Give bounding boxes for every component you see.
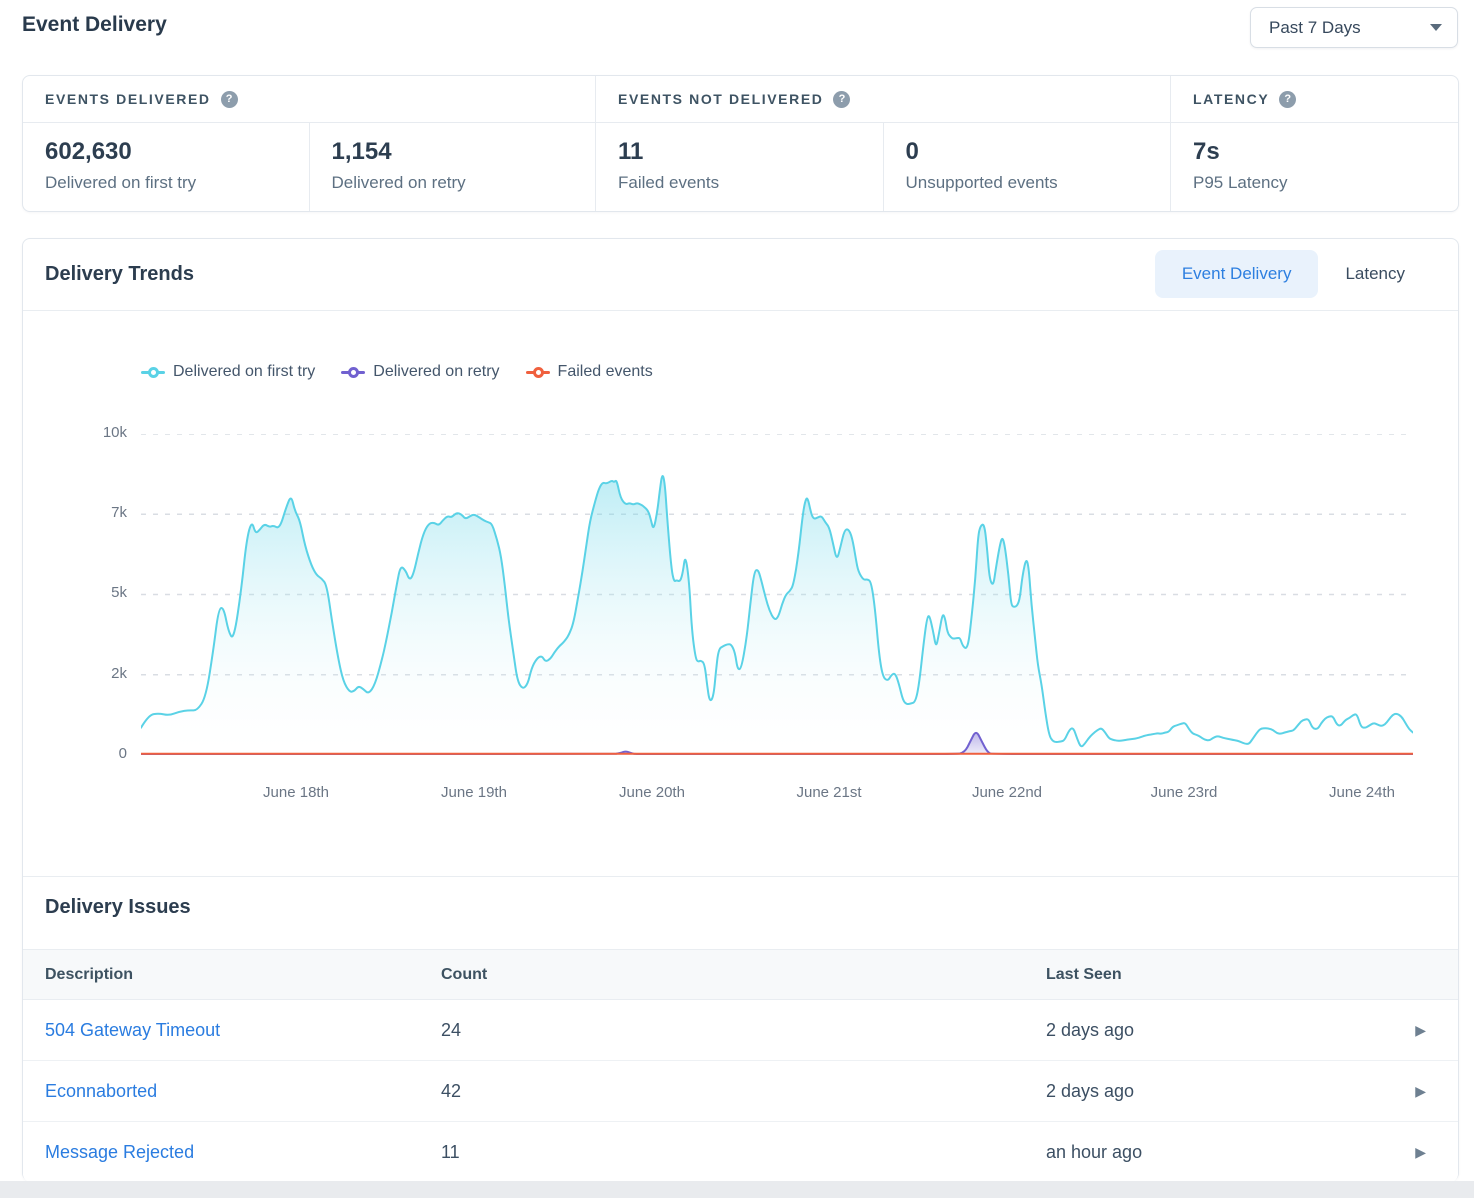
stat-group-header: EVENTS DELIVERED ? [23,76,595,123]
issue-count: 24 [441,1020,1046,1041]
issue-count: 11 [441,1142,1046,1163]
legend-item-first-try[interactable]: Delivered on first try [141,363,315,381]
chevron-right-icon[interactable]: ▶ [1415,1084,1426,1098]
metric-value: 1,154 [332,138,596,166]
delivery-trends-chart[interactable] [141,434,1413,755]
chevron-down-icon [1430,24,1442,31]
issue-link[interactable]: Message Rejected [45,1142,194,1162]
metric-label: Failed events [618,173,883,193]
issue-count: 42 [441,1081,1046,1102]
x-axis-tick: June 23rd [1151,784,1218,801]
y-axis-tick: 10k [23,424,127,441]
help-icon[interactable]: ? [1279,91,1296,108]
delivery-trends-card: Delivery Trends Event Delivery Latency D… [22,238,1459,1181]
event-delivery-page: Event Delivery Past 7 Days EVENTS DELIVE… [0,0,1474,1181]
stat-group-label: EVENTS DELIVERED [45,91,211,107]
chevron-right-icon[interactable]: ▶ [1415,1023,1426,1037]
x-axis-tick: June 22nd [972,784,1042,801]
metric-delivered-first-try: 602,630 Delivered on first try [23,123,310,211]
issue-last-seen: an hour ago [1046,1142,1415,1163]
stat-group-label: LATENCY [1193,91,1269,107]
x-axis: June 18th June 19th June 20th June 21st … [141,784,1413,804]
metric-label: Delivered on first try [45,173,309,193]
column-header-last-seen: Last Seen [1046,966,1458,984]
x-axis-tick: June 20th [619,784,685,801]
page-title: Event Delivery [22,13,167,37]
x-axis-tick: June 24th [1329,784,1395,801]
stat-group-header: EVENTS NOT DELIVERED ? [596,76,1170,123]
legend-item-failed[interactable]: Failed events [526,363,653,381]
metric-label: Delivered on retry [332,173,596,193]
y-axis-tick: 7k [23,504,127,521]
legend-label: Delivered on first try [173,363,315,381]
delivery-trends-title: Delivery Trends [45,263,194,286]
help-icon[interactable]: ? [221,91,238,108]
line-dot-marker-icon [141,367,165,378]
metric-value: 602,630 [45,138,309,166]
tab-latency[interactable]: Latency [1318,250,1432,298]
metric-failed-events: 11 Failed events [596,123,884,211]
metric-value: 11 [618,138,883,166]
metric-label: P95 Latency [1193,173,1458,193]
x-axis-tick: June 19th [441,784,507,801]
legend-label: Failed events [558,363,653,381]
chevron-right-icon[interactable]: ▶ [1415,1145,1426,1159]
metric-p95-latency: 7s P95 Latency [1171,123,1458,211]
issue-last-seen: 2 days ago [1046,1020,1415,1041]
delivery-issues-title: Delivery Issues [45,896,191,919]
trends-tabs: Event Delivery Latency [1155,250,1432,298]
tab-event-delivery[interactable]: Event Delivery [1155,250,1319,298]
stat-group-events-not-delivered: EVENTS NOT DELIVERED ? 11 Failed events … [596,76,1171,211]
issue-last-seen: 2 days ago [1046,1081,1415,1102]
stat-group-header: LATENCY ? [1171,76,1458,123]
y-axis-tick: 0 [23,745,127,762]
section-divider [23,876,1458,877]
stat-group-label: EVENTS NOT DELIVERED [618,91,823,107]
table-row[interactable]: Message Rejected 11 an hour ago ▶ [23,1122,1458,1181]
issue-link[interactable]: Econnaborted [45,1081,157,1101]
area-chart [141,434,1413,755]
metric-unsupported-events: 0 Unsupported events [884,123,1171,211]
column-header-description: Description [23,966,441,984]
metric-label: Unsupported events [906,173,1171,193]
table-row[interactable]: 504 Gateway Timeout 24 2 days ago ▶ [23,1000,1458,1061]
date-range-value: Past 7 Days [1269,18,1361,38]
line-dot-marker-icon [341,367,365,378]
stat-group-events-delivered: EVENTS DELIVERED ? 602,630 Delivered on … [23,76,596,211]
legend-item-retry[interactable]: Delivered on retry [341,363,499,381]
table-header-row: Description Count Last Seen [23,949,1458,1000]
date-range-select[interactable]: Past 7 Days [1250,7,1458,48]
metric-value: 0 [906,138,1171,166]
stat-group-body: 11 Failed events 0 Unsupported events [596,123,1170,211]
x-axis-tick: June 18th [263,784,329,801]
delivery-issues-table: Description Count Last Seen 504 Gateway … [23,949,1458,1181]
stats-summary-card: EVENTS DELIVERED ? 602,630 Delivered on … [22,75,1459,212]
line-dot-marker-icon [526,367,550,378]
issue-link[interactable]: 504 Gateway Timeout [45,1020,220,1040]
delivery-trends-header: Delivery Trends Event Delivery Latency [23,239,1458,311]
table-row[interactable]: Econnaborted 42 2 days ago ▶ [23,1061,1458,1122]
y-axis-tick: 2k [23,665,127,682]
x-axis-tick: June 21st [796,784,861,801]
stat-group-body: 602,630 Delivered on first try 1,154 Del… [23,123,595,211]
y-axis-tick: 5k [23,584,127,601]
metric-delivered-retry: 1,154 Delivered on retry [310,123,596,211]
chart-legend: Delivered on first try Delivered on retr… [141,363,653,381]
metric-value: 7s [1193,138,1458,166]
help-icon[interactable]: ? [833,91,850,108]
column-header-count: Count [441,966,1046,984]
legend-label: Delivered on retry [373,363,499,381]
stat-group-latency: LATENCY ? 7s P95 Latency [1171,76,1458,211]
stat-group-body: 7s P95 Latency [1171,123,1458,211]
